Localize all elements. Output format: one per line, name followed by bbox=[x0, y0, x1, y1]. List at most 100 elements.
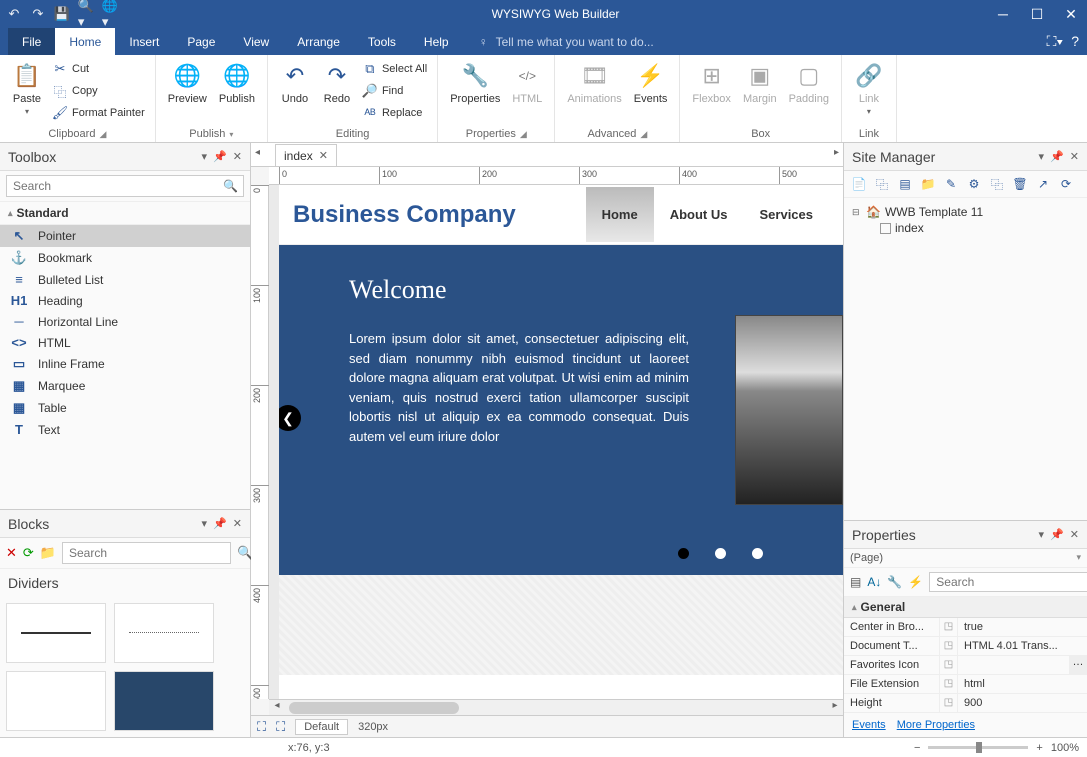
tab-close-icon[interactable]: ✕ bbox=[319, 149, 328, 162]
tab-help[interactable]: Help bbox=[410, 28, 463, 55]
toolbox-item[interactable]: ≡Bulleted List bbox=[0, 269, 250, 290]
tree-collapse-icon[interactable]: ⊟ bbox=[852, 207, 862, 218]
tree-root[interactable]: ⊟ 🏠 WWB Template 11 bbox=[852, 204, 1079, 220]
properties-search-input[interactable] bbox=[929, 572, 1087, 592]
advanced-launcher-icon[interactable]: ◢ bbox=[640, 129, 647, 140]
publish-dropdown-icon[interactable]: 🌐▾ bbox=[102, 6, 118, 22]
sm-edit-icon[interactable]: ✎ bbox=[942, 175, 960, 193]
property-value[interactable]: html bbox=[958, 675, 1087, 693]
property-row[interactable]: Height◳900 bbox=[844, 694, 1087, 713]
document-tab[interactable]: index ✕ bbox=[275, 144, 337, 166]
sm-export-icon[interactable]: ↗ bbox=[1034, 175, 1052, 193]
close-button[interactable]: ✕ bbox=[1061, 6, 1081, 23]
properties-button[interactable]: 🔧Properties bbox=[446, 59, 504, 107]
cut-button[interactable]: ✂Cut bbox=[50, 59, 147, 79]
tree-child[interactable]: index bbox=[852, 220, 1079, 236]
tab-scroll-right-icon[interactable]: ▸ bbox=[834, 147, 839, 158]
tab-file[interactable]: File bbox=[8, 28, 55, 55]
toolbox-item[interactable]: ⚓Bookmark bbox=[0, 247, 250, 269]
margin-button[interactable]: ▣Margin bbox=[739, 59, 781, 107]
breakpoint-name[interactable]: Default bbox=[295, 719, 348, 735]
blocks-delete-icon[interactable]: ✕ bbox=[6, 545, 17, 561]
undo-button[interactable]: ↶Undo bbox=[276, 59, 314, 107]
toolbox-item[interactable]: ▭Inline Frame bbox=[0, 353, 250, 375]
panel-pin-icon[interactable]: 📌 bbox=[213, 150, 227, 163]
toolbox-item[interactable]: H1Heading bbox=[0, 290, 250, 311]
zoom-out-button[interactable]: − bbox=[914, 742, 920, 754]
sm-new-page-icon[interactable]: 📄 bbox=[850, 175, 868, 193]
events-link[interactable]: Events bbox=[852, 719, 886, 731]
sm-folder-icon[interactable]: 📁 bbox=[919, 175, 937, 193]
link-button[interactable]: 🔗Link▾ bbox=[850, 59, 888, 119]
panel-pin-icon[interactable]: 📌 bbox=[1050, 150, 1064, 163]
sm-refresh-icon[interactable]: ⟳ bbox=[1057, 175, 1075, 193]
save-icon[interactable]: 💾 bbox=[54, 6, 70, 22]
scrollbar-thumb[interactable] bbox=[289, 702, 459, 714]
properties-category[interactable]: ▴General bbox=[844, 597, 1087, 618]
tab-view[interactable]: View bbox=[229, 28, 283, 55]
properties-object-selector[interactable]: (Page)▾ bbox=[844, 549, 1087, 568]
paste-button[interactable]: 📋 Paste▾ bbox=[8, 59, 46, 119]
undo-icon[interactable]: ↶ bbox=[6, 6, 22, 22]
find-button[interactable]: 🔎Find bbox=[360, 81, 429, 101]
breakpoint-icon[interactable]: ⛶ bbox=[257, 719, 266, 735]
block-thumb[interactable] bbox=[6, 603, 106, 663]
sm-delete-icon[interactable]: 🗑 bbox=[1011, 175, 1029, 193]
tree-checkbox[interactable] bbox=[880, 223, 891, 234]
toolbox-item[interactable]: ▦Table bbox=[0, 397, 250, 419]
display-options-icon[interactable]: ⛶▾ bbox=[1047, 33, 1064, 50]
help-icon[interactable]: ? bbox=[1071, 33, 1079, 50]
props-alpha-icon[interactable]: A↓ bbox=[867, 575, 881, 589]
panel-close-icon[interactable]: ✕ bbox=[233, 150, 242, 163]
horizontal-scrollbar[interactable]: ◂ ▸ bbox=[269, 699, 843, 715]
property-browse-button[interactable]: … bbox=[1069, 656, 1087, 674]
property-row[interactable]: Favorites Icon◳… bbox=[844, 656, 1087, 675]
more-properties-link[interactable]: More Properties bbox=[897, 719, 975, 731]
tab-scroll-left-icon[interactable]: ◂ bbox=[255, 147, 260, 158]
tab-page[interactable]: Page bbox=[173, 28, 229, 55]
sm-page-icon[interactable]: ▤ bbox=[896, 175, 914, 193]
property-value[interactable]: 900 bbox=[958, 694, 1087, 712]
property-value[interactable] bbox=[958, 656, 1069, 674]
scroll-left-icon[interactable]: ◂ bbox=[269, 700, 285, 711]
sm-copy-icon[interactable]: ⿻ bbox=[988, 175, 1006, 193]
block-thumb[interactable] bbox=[114, 671, 214, 731]
toolbox-search-input[interactable] bbox=[6, 175, 244, 197]
preview-button[interactable]: 🌐Preview bbox=[164, 59, 211, 107]
toolbox-category[interactable]: ▴Standard bbox=[0, 202, 250, 225]
toolbox-item[interactable]: ↖Pointer bbox=[0, 225, 250, 247]
replace-button[interactable]: ᴬᴮReplace bbox=[360, 103, 429, 123]
canvas[interactable]: Business Company Home About Us Services … bbox=[269, 185, 843, 699]
property-row[interactable]: Center in Bro...◳true bbox=[844, 618, 1087, 637]
blocks-search-input[interactable] bbox=[62, 542, 231, 564]
copy-button[interactable]: ⿻Copy bbox=[50, 81, 147, 101]
property-value[interactable]: true bbox=[958, 618, 1087, 636]
clipboard-launcher-icon[interactable]: ◢ bbox=[99, 129, 106, 140]
tab-arrange[interactable]: Arrange bbox=[283, 28, 354, 55]
zoom-in-button[interactable]: + bbox=[1036, 742, 1042, 754]
html-button[interactable]: </>HTML bbox=[508, 59, 546, 107]
publish-button[interactable]: 🌐Publish bbox=[215, 59, 259, 107]
panel-dropdown-icon[interactable]: ▾ bbox=[1039, 150, 1045, 163]
panel-close-icon[interactable]: ✕ bbox=[1070, 150, 1079, 163]
panel-close-icon[interactable]: ✕ bbox=[1070, 528, 1079, 541]
scroll-right-icon[interactable]: ▸ bbox=[827, 700, 843, 711]
sm-clone-icon[interactable]: ⿻ bbox=[873, 175, 891, 193]
property-row[interactable]: Document T...◳HTML 4.01 Trans... bbox=[844, 637, 1087, 656]
props-wrench-icon[interactable]: 🔧 bbox=[887, 575, 902, 589]
redo-icon[interactable]: ↷ bbox=[30, 6, 46, 22]
panel-pin-icon[interactable]: 📌 bbox=[213, 517, 227, 530]
block-thumb[interactable] bbox=[6, 671, 106, 731]
tab-tools[interactable]: Tools bbox=[354, 28, 410, 55]
maximize-button[interactable]: ☐ bbox=[1027, 6, 1047, 23]
panel-dropdown-icon[interactable]: ▾ bbox=[1039, 528, 1045, 541]
panel-dropdown-icon[interactable]: ▾ bbox=[202, 517, 208, 530]
tell-me-search[interactable]: ♀ Tell me what you want to do... bbox=[479, 35, 654, 49]
toolbox-item[interactable]: TText bbox=[0, 419, 250, 440]
flexbox-button[interactable]: ⊞Flexbox bbox=[688, 59, 735, 107]
property-row[interactable]: File Extension◳html bbox=[844, 675, 1087, 694]
block-thumb[interactable] bbox=[114, 603, 214, 663]
preview-dropdown-icon[interactable]: 🔍▾ bbox=[78, 6, 94, 22]
select-all-button[interactable]: ⧉Select All bbox=[360, 59, 429, 79]
animations-button[interactable]: 🎞Animations bbox=[563, 59, 625, 107]
